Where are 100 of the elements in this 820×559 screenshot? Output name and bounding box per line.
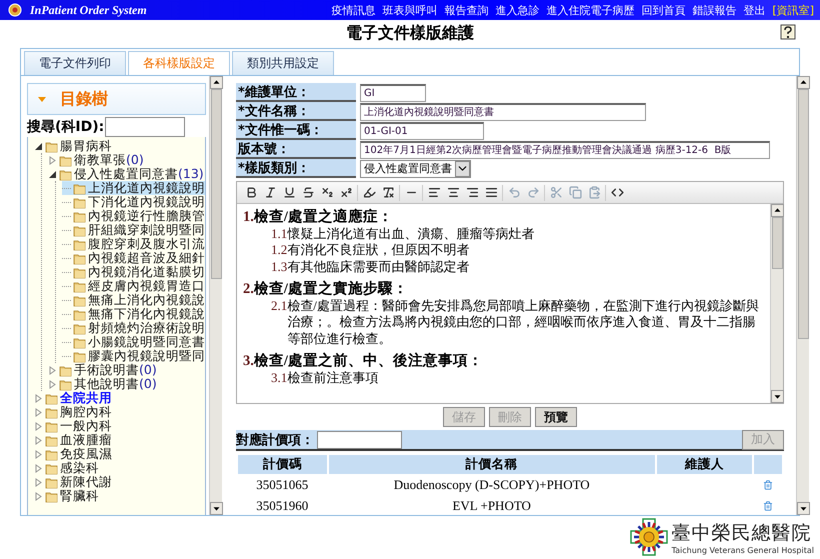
text-field[interactable]: 102年7月1日經第2次病歷管理會暨電子病歷推動管理會決議通過 病歷3-12-6 B版 <box>360 140 770 158</box>
tree-item[interactable]: 手術說明書(0) <box>48 363 205 377</box>
folder-icon <box>73 266 86 278</box>
expand-triangle-icon[interactable] <box>34 492 43 500</box>
section-item: 1.1懷疑上消化道有出血、潰瘍、腫瘤等病灶者 <box>270 226 536 242</box>
search-label: 搜尋(科ID): <box>27 118 104 136</box>
folder-icon <box>73 238 86 250</box>
section-heading: 3.檢查/處置之前、中、後注意事項： <box>243 353 484 370</box>
expand-triangle-icon[interactable] <box>34 422 43 430</box>
field-label: 版本號： <box>236 140 356 159</box>
folder-icon <box>73 336 86 348</box>
page-title: 電子文件樣版維護 <box>346 22 474 44</box>
scroll-thumb[interactable] <box>772 217 782 269</box>
tab[interactable]: 電子文件列印 <box>24 51 126 75</box>
collapse-triangle-icon[interactable] <box>48 170 57 178</box>
tree-item[interactable]: 血液腫瘤 <box>34 433 205 447</box>
tab[interactable]: 類別共用設定 <box>232 51 334 75</box>
scroll-thumb[interactable] <box>798 89 808 339</box>
scroll-thumb[interactable] <box>210 89 222 279</box>
folder-icon <box>73 252 86 264</box>
tree-item[interactable]: 內視鏡逆行性膽胰管 <box>62 209 205 223</box>
folder-icon <box>73 210 86 222</box>
expand-triangle-icon[interactable] <box>34 464 43 472</box>
table-cell-text: Duodenoscopy (D-SCOPY)+PHOTO <box>392 476 591 494</box>
table-cell-text: 35051065 <box>255 476 310 494</box>
tree-item[interactable]: 感染科 <box>34 461 205 475</box>
tree-item[interactable]: 肝組織穿刺說明暨同 <box>62 223 205 237</box>
section-item: 1.3有其他臨床需要而由醫師認定者 <box>270 258 470 275</box>
nav-link[interactable]: 進入急診 <box>495 2 540 18</box>
scrollbar[interactable] <box>209 76 222 515</box>
scroll-down-icon[interactable] <box>210 502 223 515</box>
expand-triangle-icon[interactable] <box>34 408 43 416</box>
text-field[interactable]: GI <box>360 84 426 102</box>
help-icon[interactable] <box>780 24 796 40</box>
folder-icon <box>45 420 58 432</box>
tree-item[interactable]: 一般內科 <box>34 419 205 433</box>
nav-link[interactable]: 錯誤報告 <box>692 2 736 18</box>
text-field[interactable]: 01-GI-01 <box>360 122 484 140</box>
text-color-icon[interactable] <box>361 184 377 200</box>
folder-icon <box>59 154 72 166</box>
tree-item[interactable]: 無痛上消化內視鏡說 <box>62 293 205 307</box>
expand-triangle-icon[interactable] <box>34 394 43 402</box>
scroll-down-icon[interactable] <box>797 502 810 515</box>
category-select[interactable]: 侵入性處置同意書 <box>360 160 471 178</box>
nav-link[interactable]: 登出 <box>743 2 766 18</box>
tree-item[interactable]: 無痛下消化內視鏡說 <box>62 307 205 321</box>
scrollbar[interactable] <box>796 76 809 515</box>
copy-icon[interactable] <box>567 184 583 200</box>
scroll-up-icon[interactable] <box>797 76 810 89</box>
caret-icon <box>38 96 46 102</box>
folder-icon <box>73 308 86 320</box>
delete-icon[interactable] <box>762 480 773 490</box>
tree-item[interactable]: 內視鏡超音波及細針 <box>62 251 205 265</box>
tree-item[interactable]: 上消化道內視鏡說明 <box>62 181 205 195</box>
tree-item[interactable]: 腹腔穿刺及腹水引流 <box>62 237 205 251</box>
unit-link[interactable]: [資訊室] <box>772 2 814 18</box>
folder-icon <box>59 364 72 376</box>
scrollbar[interactable] <box>770 204 783 403</box>
expand-triangle-icon[interactable] <box>48 156 57 164</box>
tree-item[interactable]: 全院共用 <box>34 391 205 405</box>
search-field[interactable] <box>105 117 186 137</box>
scroll-up-icon[interactable] <box>210 76 223 89</box>
tree-item[interactable]: 腸胃病科 <box>34 139 205 153</box>
text-field[interactable]: 上消化道內視鏡說明暨同意書 <box>360 102 646 120</box>
nav-link[interactable]: 報告查詢 <box>444 2 488 18</box>
tree-item[interactable]: 射頻燒灼治療術說明 <box>62 321 205 335</box>
expand-triangle-icon[interactable] <box>34 450 43 458</box>
nav-link[interactable]: 班表與呼叫 <box>382 2 438 18</box>
tree-item[interactable]: 腎臟科 <box>34 489 205 503</box>
tree-item[interactable]: 下消化道內視鏡說明 <box>62 195 205 209</box>
nav-link[interactable]: 進入住院電子病歷 <box>546 2 634 18</box>
scroll-down-icon[interactable] <box>771 390 784 403</box>
tree-item[interactable]: 其他說明書(0) <box>48 377 205 391</box>
folder-icon <box>45 406 58 418</box>
tree-item[interactable]: 小腸鏡說明暨同意書 <box>62 335 205 349</box>
tree-item[interactable]: 免疫風濕 <box>34 447 205 461</box>
tree-item[interactable]: 經皮膚內視鏡胃造口 <box>62 279 205 293</box>
hospital-name-english: Taichung Veterans General Hospital <box>672 546 814 554</box>
folder-icon <box>59 168 72 180</box>
action-button[interactable]: 預覽 <box>535 407 577 427</box>
folder-icon <box>45 462 58 474</box>
folder-icon <box>45 392 58 404</box>
expand-triangle-icon[interactable] <box>34 478 43 486</box>
tree-item[interactable]: 胸腔內科 <box>34 405 205 419</box>
folder-icon <box>73 280 86 292</box>
collapse-triangle-icon[interactable] <box>34 142 43 150</box>
tree-item[interactable]: 侵入性處置同意書(13) <box>48 167 205 181</box>
expand-triangle-icon[interactable] <box>48 380 57 388</box>
expand-triangle-icon[interactable] <box>48 366 57 374</box>
tree-item[interactable]: 新陳代謝 <box>34 475 205 489</box>
delete-icon[interactable] <box>762 501 773 511</box>
tree-item[interactable]: 內視鏡消化道黏膜切 <box>62 265 205 279</box>
nav-link[interactable]: 疫情訊息 <box>331 2 376 18</box>
billing-field[interactable] <box>317 430 402 448</box>
cut-icon[interactable] <box>548 184 564 200</box>
tree-item[interactable]: 膠囊內視鏡說明暨同 <box>62 349 205 363</box>
scroll-up-icon[interactable] <box>771 204 784 217</box>
expand-triangle-icon[interactable] <box>34 436 43 444</box>
nav-link[interactable]: 回到首頁 <box>641 2 686 18</box>
tree-item[interactable]: 衛教單張(0) <box>48 153 205 167</box>
